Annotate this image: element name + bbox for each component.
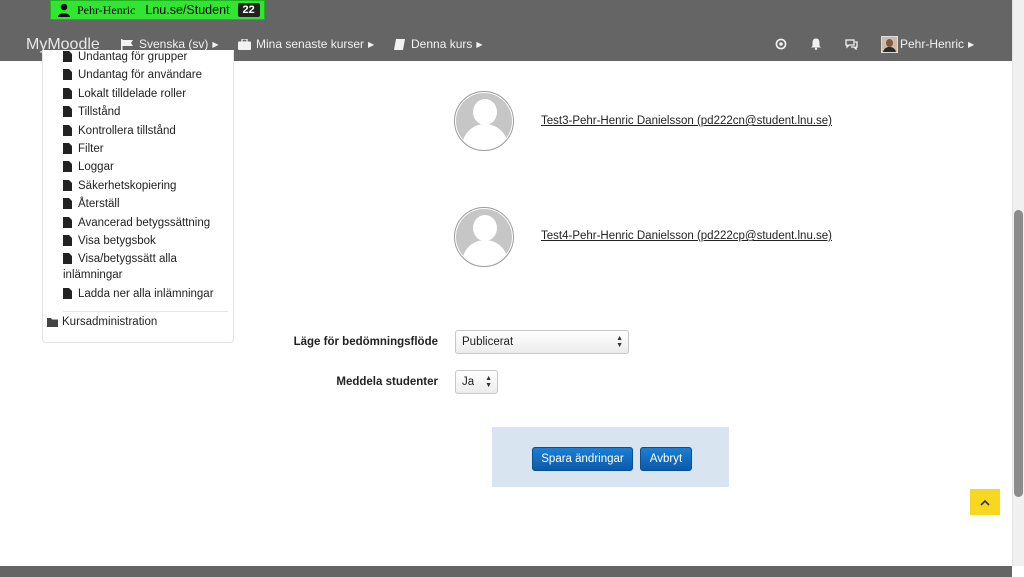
file-icon xyxy=(63,161,72,173)
sidebar-item-course-administration[interactable]: Kursadministration xyxy=(47,316,157,328)
chevron-up-icon xyxy=(980,499,990,506)
sidebar-item-advanced-grading[interactable]: Avancerad betygssättning xyxy=(63,215,233,231)
nav-this-course-label: Denna kurs xyxy=(411,37,473,51)
file-icon xyxy=(63,51,72,62)
file-icon xyxy=(63,198,72,210)
select-arrows-icon: ▲ ▼ xyxy=(485,375,492,389)
book-icon xyxy=(394,38,405,50)
chat-bubbles-icon[interactable] xyxy=(845,38,858,50)
user-menu[interactable]: Pehr-Henric ▶ xyxy=(900,37,974,51)
sidebar-item-permissions[interactable]: Tillstånd xyxy=(63,104,233,120)
file-icon xyxy=(63,106,72,118)
back-to-top-button[interactable] xyxy=(970,489,1000,515)
sidebar-item-view-all-submissions[interactable]: Visa/betygssätt alla inlämningar xyxy=(63,251,233,283)
user-avatar xyxy=(454,91,514,151)
badge-user-name: Pehr-Henric xyxy=(77,2,136,17)
sidebar-item-group-overrides[interactable]: Undantag för grupper xyxy=(63,49,233,65)
file-icon xyxy=(63,142,72,154)
workflow-state-label: Läge för bedömningsflöde xyxy=(293,336,438,348)
file-icon xyxy=(63,69,72,81)
caret-right-icon: ▶ xyxy=(476,39,483,49)
file-icon xyxy=(63,287,72,299)
briefcase-icon xyxy=(238,38,251,50)
divider xyxy=(63,311,228,312)
sidebar-item-logs[interactable]: Loggar xyxy=(63,159,233,175)
nav-this-course-menu[interactable]: Denna kurs ▶ xyxy=(393,37,483,51)
scrollbar-thumb[interactable] xyxy=(1014,210,1023,497)
target-icon[interactable] xyxy=(775,38,787,50)
caret-right-icon: ▶ xyxy=(968,39,975,49)
form-actions-panel: Spara ändringar Avbryt xyxy=(492,427,729,487)
user-menu-name: Pehr-Henric xyxy=(900,37,965,51)
file-icon xyxy=(63,216,72,228)
badge-user-role: Lnu.se/Student xyxy=(145,3,230,17)
select-arrows-icon: ▲ ▼ xyxy=(616,335,623,349)
cancel-button[interactable]: Avbryt xyxy=(640,447,692,471)
file-icon xyxy=(63,253,72,265)
file-icon xyxy=(63,124,72,136)
badge-count: 22 xyxy=(237,3,260,17)
user-avatar xyxy=(454,207,514,267)
sidebar-item-filters[interactable]: Filter xyxy=(63,141,233,157)
sidebar-item-download-submissions[interactable]: Ladda ner alla inlämningar xyxy=(63,286,233,302)
notify-students-select[interactable]: Ja ▲ ▼ xyxy=(455,370,498,394)
sidebar-item-local-roles[interactable]: Lokalt tilldelade roller xyxy=(63,86,233,102)
logged-in-user-badge[interactable]: Pehr-Henric Lnu.se/Student 22 xyxy=(50,0,265,20)
sidebar-item-check-permissions[interactable]: Kontrollera tillstånd xyxy=(63,123,233,139)
page-footer xyxy=(0,566,1012,577)
save-changes-button[interactable]: Spara ändringar xyxy=(532,447,633,471)
nav-recent-courses-menu[interactable]: Mina senaste kurser ▶ xyxy=(238,37,374,51)
bell-icon[interactable] xyxy=(810,38,822,50)
workflow-state-select[interactable]: Publicerat ▲ ▼ xyxy=(455,330,629,354)
file-icon xyxy=(63,179,72,191)
flag-icon xyxy=(121,38,133,50)
sidebar-item-reset[interactable]: Återställ xyxy=(63,196,233,212)
sidebar-item-gradebook[interactable]: Visa betygsbok xyxy=(63,233,233,249)
folder-icon xyxy=(47,317,58,327)
user-avatar-small[interactable] xyxy=(881,36,898,53)
admin-link-list: Undantag för grupper Undantag för använd… xyxy=(63,50,233,304)
file-icon xyxy=(63,87,72,99)
person-icon xyxy=(58,3,70,17)
user-link-test4[interactable]: Test4-Pehr-Henric Danielsson (pd222cp@st… xyxy=(541,230,832,242)
sidebar-item-backup[interactable]: Säkerhetskopiering xyxy=(63,178,233,194)
sidebar-item-user-overrides[interactable]: Undantag för användare xyxy=(63,67,233,83)
administration-block: Undantag för grupper Undantag för använd… xyxy=(42,50,234,343)
user-link-test3[interactable]: Test3-Pehr-Henric Danielsson (pd222cn@st… xyxy=(541,115,832,127)
nav-recent-courses-label: Mina senaste kurser xyxy=(256,37,365,51)
caret-right-icon: ▶ xyxy=(212,39,219,49)
caret-right-icon: ▶ xyxy=(368,39,375,49)
file-icon xyxy=(63,234,72,246)
notify-students-label: Meddela studenter xyxy=(336,376,438,388)
